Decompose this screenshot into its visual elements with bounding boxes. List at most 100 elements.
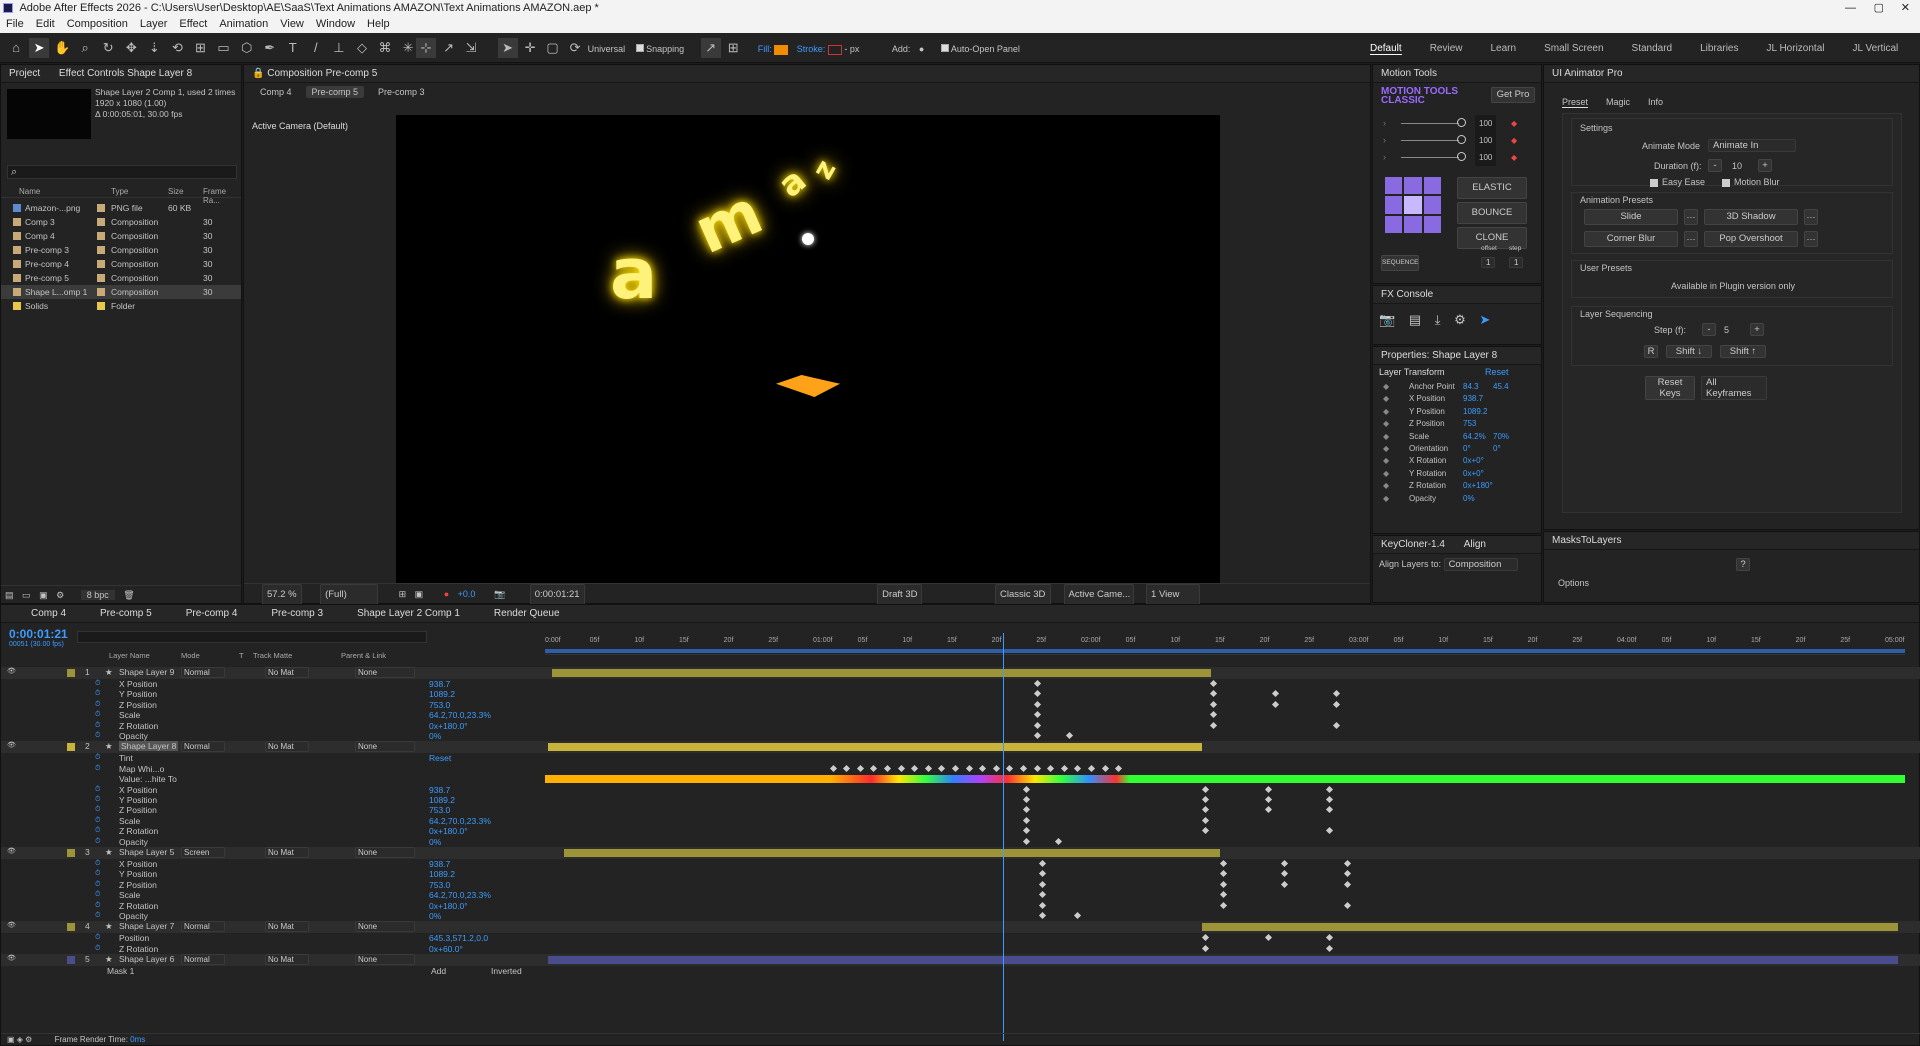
masks-help-button[interactable]: ? — [1736, 558, 1750, 571]
property-value[interactable]: 0% — [429, 731, 441, 741]
keyframe[interactable] — [1038, 870, 1047, 878]
keyframe[interactable] — [1219, 901, 1227, 909]
visibility-icon[interactable]: 👁 — [7, 954, 16, 964]
property-value[interactable]: Reset — [429, 753, 451, 763]
keyframe[interactable] — [829, 764, 837, 772]
keyframe[interactable] — [1264, 785, 1272, 793]
keyframe[interactable] — [1033, 721, 1041, 729]
add-button[interactable]: ● — [919, 44, 924, 54]
layer-row[interactable]: 👁 5 ★ Shape Layer 6 Normal No Mat None — [1, 954, 1920, 967]
orbit-tool-icon[interactable]: ↻ — [98, 38, 118, 58]
mt-slider-value[interactable]: 100 — [1475, 132, 1497, 149]
keyframe[interactable] — [1343, 870, 1351, 878]
property-value[interactable]: 0x+180° — [1463, 480, 1493, 492]
menu-window[interactable]: Window — [316, 18, 355, 30]
keyframe[interactable] — [1019, 764, 1028, 772]
property-row[interactable]: ⏱ Opacity 0% — [1, 911, 1920, 921]
keyframe[interactable] — [1325, 934, 1334, 942]
keyframe[interactable] — [992, 764, 1000, 772]
keyframe-icon[interactable]: ◆ — [1383, 480, 1389, 492]
keyframe-icon[interactable]: ◆ — [1383, 443, 1389, 455]
menu-file[interactable]: File — [6, 18, 24, 30]
reset-keys-button[interactable]: Reset Keys — [1645, 376, 1695, 400]
timeline-tab[interactable]: Shape Layer 2 Comp 1 — [357, 605, 460, 622]
property-row[interactable]: ⏱ Opacity 0% — [1, 731, 1920, 741]
keyframe[interactable] — [1210, 690, 1218, 698]
anchor-tool-icon[interactable]: ↗ — [439, 38, 459, 58]
keyframe[interactable] — [1343, 901, 1351, 909]
property-value[interactable]: 64.2,70.0,23.3% — [429, 710, 491, 720]
snapping-checkbox[interactable] — [635, 44, 644, 52]
easy-ease-checkbox[interactable] — [1650, 179, 1658, 187]
project-item[interactable]: Amazon-...png PNG file 60 KB — [1, 201, 241, 215]
uia-tab-preset[interactable]: Preset — [1562, 97, 1589, 108]
keyframe[interactable] — [1281, 870, 1289, 878]
timeline-tab[interactable]: Comp 4 — [31, 605, 66, 622]
mt-reset-icon[interactable]: ◆ — [1511, 115, 1517, 132]
maximize-button[interactable]: ▢ — [1874, 0, 1884, 16]
project-item[interactable]: Shape L...omp 1 Composition 30 — [1, 285, 241, 299]
keyframe[interactable] — [870, 764, 878, 772]
keyframe[interactable] — [1066, 731, 1074, 740]
zoom-tool-icon[interactable]: ⌕ — [75, 38, 95, 58]
step-increment[interactable]: + — [1750, 323, 1764, 336]
property-row[interactable]: ⏱ Z Rotation 0x+180.0° — [1, 721, 1920, 731]
stopwatch-icon[interactable]: ⏱ — [95, 805, 100, 815]
download-icon[interactable]: ⤓ — [1435, 312, 1441, 327]
keyframe[interactable] — [1022, 795, 1030, 804]
shift-up-button[interactable]: Shift ↑ — [1720, 345, 1766, 358]
property-value[interactable]: 0x+180.0° — [429, 721, 468, 731]
keyframe[interactable] — [1074, 911, 1082, 920]
visibility-icon[interactable]: 👁 — [7, 847, 16, 857]
property-value[interactable]: 0x+180.0° — [429, 826, 468, 836]
timeline-column[interactable]: Layer Name — [109, 651, 150, 660]
stopwatch-icon[interactable]: ⏱ — [95, 679, 100, 689]
preset-3d-shadow-more[interactable]: … — [1804, 209, 1818, 225]
mt-slider-knob[interactable] — [1457, 152, 1466, 161]
camera-icon[interactable]: 📷 — [1379, 312, 1395, 327]
stopwatch-icon[interactable]: ⏱ — [95, 890, 100, 900]
property-value[interactable]: 64.2,70.0,23.3% — [429, 890, 491, 900]
cube-tool-icon[interactable]: ⬡ — [237, 38, 257, 58]
keyframe[interactable] — [1332, 721, 1340, 729]
selection-tool-icon[interactable]: ➤ — [29, 38, 50, 58]
keyframe[interactable] — [938, 764, 946, 772]
project-item[interactable]: Pre-comp 5 Composition 30 — [1, 271, 241, 285]
property-value[interactable]: 938.7 — [1463, 393, 1483, 405]
col-size[interactable]: Size — [168, 187, 184, 196]
keyframe[interactable] — [1055, 837, 1063, 845]
keyframe[interactable] — [1202, 795, 1210, 804]
keyframe[interactable] — [1022, 785, 1030, 793]
tab-effect-controls[interactable]: Effect Controls Shape Layer 8 — [59, 65, 192, 82]
keyframe[interactable] — [1264, 795, 1272, 804]
workspace-5[interactable]: Libraries — [1700, 43, 1738, 54]
layer-name[interactable]: Shape Layer 8 — [119, 741, 179, 752]
grid-icon[interactable]: ⊞ — [399, 589, 407, 599]
camera-dropdown[interactable]: Active Came... — [1063, 584, 1134, 606]
new-comp-icon[interactable]: ▣ — [39, 590, 48, 600]
keyframe-icon[interactable]: ◆ — [1383, 493, 1389, 505]
layer-duration-bar[interactable] — [547, 956, 1899, 965]
keyframe[interactable] — [1022, 827, 1030, 835]
preset-pop-overshoot-more[interactable]: … — [1804, 231, 1818, 247]
project-item[interactable]: Comp 3 Composition 30 — [1, 215, 241, 229]
stroke-width[interactable]: - px — [844, 44, 859, 54]
close-button[interactable]: ✕ — [1901, 0, 1910, 16]
keyframe[interactable] — [1033, 700, 1041, 708]
keyframe[interactable] — [1264, 806, 1272, 814]
timeline-column[interactable]: Track Matte — [253, 651, 292, 660]
timeline-current-time[interactable]: 0:00:01:21 — [9, 627, 68, 641]
keyframe[interactable] — [1271, 690, 1279, 698]
breadcrumb-item[interactable]: Pre-comp 3 — [378, 87, 425, 97]
parent-link[interactable]: None — [355, 667, 415, 678]
playhead[interactable] — [1003, 633, 1005, 1041]
home-icon[interactable]: ⌂ — [6, 38, 26, 58]
stopwatch-icon[interactable]: ⏱ — [95, 795, 100, 805]
scale-mode-icon[interactable]: ▢ — [543, 38, 563, 58]
property-row[interactable]: ⏱ Z Rotation 0x+180.0° — [1, 901, 1920, 911]
resolution-dropdown[interactable]: (Full) — [320, 584, 379, 606]
zoom-dropdown[interactable]: 57.2 % — [262, 584, 302, 606]
pan-tool-icon[interactable]: ✥ — [121, 38, 141, 58]
mask-row[interactable]: Mask 1 Add Inverted — [1, 966, 1920, 976]
timeline-column[interactable]: Parent & Link — [341, 651, 386, 660]
